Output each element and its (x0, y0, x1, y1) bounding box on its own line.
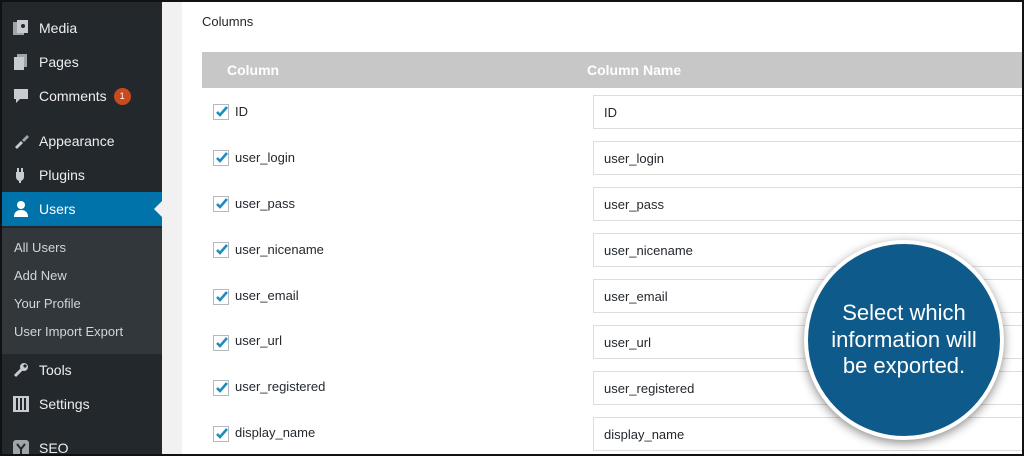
column-label: display_name (235, 425, 316, 440)
sidebar-item-label: Settings (39, 396, 90, 412)
checkmark-icon (216, 106, 228, 117)
table-row: ID (202, 90, 1022, 136)
comments-icon (11, 86, 31, 106)
sidebar-item-pages[interactable]: Pages (2, 45, 162, 79)
checkmark-icon (216, 382, 228, 393)
sidebar-item-tools[interactable]: Tools (2, 353, 162, 387)
comment-count-badge: 1 (113, 87, 131, 105)
column-checkbox[interactable] (213, 335, 229, 351)
checkmark-icon (216, 152, 228, 163)
column-label: user_nicename (235, 242, 324, 257)
column-label: user_registered (235, 379, 326, 394)
table-header: Column Column Name (202, 52, 1022, 88)
seo-icon (11, 438, 31, 454)
checkmark-icon (216, 428, 228, 439)
column-name-header: Column Name (587, 62, 682, 78)
column-label: user_email (235, 288, 299, 303)
submenu-your-profile[interactable]: Your Profile (14, 296, 81, 311)
submenu-user-import-export[interactable]: User Import Export (14, 324, 123, 339)
appearance-icon (11, 131, 31, 151)
screenshot-frame: Media Pages Comments 1 Appearance Plugin… (0, 0, 1024, 456)
column-checkbox[interactable] (213, 196, 229, 212)
sidebar-item-label: Pages (39, 54, 79, 70)
column-name-input[interactable] (593, 187, 1022, 221)
checkmark-icon (216, 337, 228, 348)
plugins-icon (11, 165, 31, 185)
column-label: ID (235, 104, 248, 119)
users-submenu: All Users Add New Your Profile User Impo… (2, 228, 162, 354)
table-row: user_login (202, 136, 1022, 182)
sidebar-item-appearance[interactable]: Appearance (2, 124, 162, 158)
column-label: user_url (235, 333, 282, 348)
column-checkbox[interactable] (213, 104, 229, 120)
section-title: Columns (202, 14, 254, 29)
sidebar-item-users[interactable]: Users (2, 192, 162, 226)
column-checkbox[interactable] (213, 242, 229, 258)
callout-text: Select which information will be exporte… (831, 300, 977, 379)
sidebar-item-label: Users (39, 201, 76, 217)
sidebar-item-settings[interactable]: Settings (2, 387, 162, 421)
callout-bubble: Select which information will be exporte… (804, 240, 1004, 440)
column-label: user_pass (235, 196, 295, 211)
checkmark-icon (216, 291, 228, 302)
media-icon (11, 18, 31, 38)
column-header: Column (227, 62, 280, 78)
sidebar-item-media[interactable]: Media (2, 11, 162, 45)
users-icon (11, 199, 31, 219)
sidebar-item-label: Comments (39, 88, 107, 104)
column-name-input[interactable] (593, 95, 1022, 129)
column-checkbox[interactable] (213, 150, 229, 166)
sidebar-item-label: Tools (39, 362, 72, 378)
sidebar-item-label: SEO (39, 440, 69, 456)
sidebar-item-label: Media (39, 20, 78, 36)
column-checkbox[interactable] (213, 426, 229, 442)
sidebar-item-plugins[interactable]: Plugins (2, 158, 162, 192)
column-label: user_login (235, 150, 295, 165)
checkmark-icon (216, 244, 228, 255)
sidebar-item-seo[interactable]: SEO (2, 431, 162, 456)
sidebar-item-label: Plugins (39, 167, 85, 183)
pages-icon (11, 52, 31, 72)
tools-icon (11, 360, 31, 380)
column-checkbox[interactable] (213, 289, 229, 305)
checkmark-icon (216, 198, 228, 209)
sidebar-item-comments[interactable]: Comments 1 (2, 79, 162, 113)
submenu-add-new[interactable]: Add New (14, 268, 67, 283)
settings-icon (11, 394, 31, 414)
column-checkbox[interactable] (213, 380, 229, 396)
column-name-input[interactable] (593, 141, 1022, 175)
sidebar-item-label: Appearance (39, 133, 115, 149)
submenu-all-users[interactable]: All Users (14, 240, 66, 255)
admin-sidebar: Media Pages Comments 1 Appearance Plugin… (2, 2, 162, 454)
table-row: user_pass (202, 182, 1022, 228)
